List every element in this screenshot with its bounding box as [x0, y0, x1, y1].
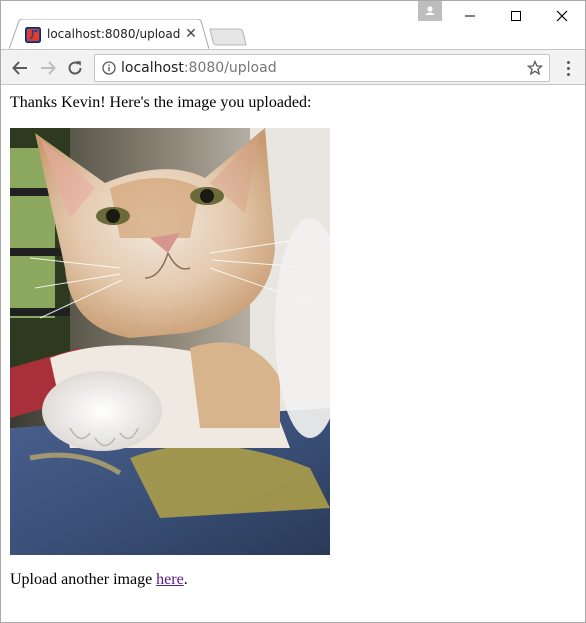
star-icon[interactable] [527, 60, 543, 76]
maximize-icon [511, 11, 521, 21]
close-icon[interactable]: ✕ [183, 25, 199, 41]
url-host: localhost [121, 60, 184, 76]
back-button[interactable] [9, 57, 31, 79]
tab-strip: localhost:8080/upload ✕ [1, 1, 585, 50]
new-tab-button[interactable] [209, 27, 247, 47]
minimize-button[interactable] [447, 1, 493, 31]
person-icon [425, 6, 435, 15]
forward-button[interactable] [37, 57, 59, 79]
java-icon [25, 27, 41, 43]
browser-window: localhost:8080/upload ✕ localhost:8080/u… [0, 0, 586, 623]
url-text: localhost:8080/upload [121, 60, 277, 76]
maximize-button[interactable] [493, 1, 539, 31]
upload-again-link[interactable]: here [156, 571, 184, 588]
tab-title: localhost:8080/upload [47, 27, 181, 41]
reload-button[interactable] [64, 57, 86, 79]
close-window-button[interactable] [539, 1, 585, 31]
url-path: :8080/upload [183, 60, 277, 76]
uploaded-cat-photo [10, 128, 330, 555]
info-icon[interactable] [102, 61, 116, 75]
profile-button[interactable] [418, 1, 442, 21]
arrow-right-icon [41, 61, 56, 75]
address-bar[interactable]: localhost:8080/upload [94, 54, 550, 82]
upload-again-suffix: . [183, 571, 188, 588]
upload-again-line: Upload another image here. [10, 571, 188, 589]
upload-again-prefix: Upload another image [10, 571, 157, 588]
close-window-icon [556, 10, 568, 22]
page-content: Thanks Kevin! Here's the image you uploa… [1, 86, 585, 622]
arrow-left-icon [12, 61, 27, 75]
tab-upload[interactable]: localhost:8080/upload ✕ [9, 19, 209, 50]
kebab-menu-icon[interactable] [561, 57, 575, 79]
reload-icon [68, 61, 82, 75]
minimize-icon [465, 15, 475, 17]
thanks-message: Thanks Kevin! Here's the image you uploa… [10, 94, 312, 111]
browser-toolbar: localhost:8080/upload [1, 49, 585, 85]
